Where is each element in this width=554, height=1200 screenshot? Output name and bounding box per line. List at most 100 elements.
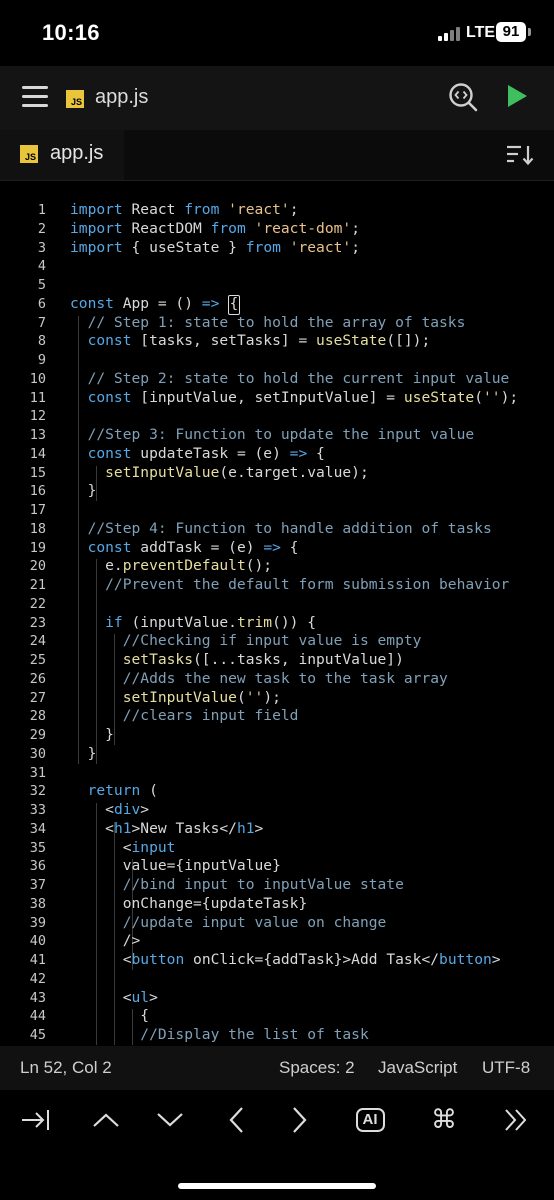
down-arrow-icon[interactable] (150, 1102, 190, 1138)
code-line[interactable]: //update input value on change (70, 913, 387, 931)
cursor-position[interactable]: Ln 52, Col 2 (20, 1058, 112, 1078)
js-file-icon: JS (20, 145, 38, 163)
code-line[interactable]: //Step 4: Function to handle addition of… (70, 520, 492, 537)
code-line[interactable]: //Adds the new task to the task array (70, 670, 448, 687)
code-line[interactable]: import ReactDOM from 'react-dom'; (70, 220, 360, 237)
code-line[interactable]: <input (70, 838, 176, 856)
code-line[interactable]: } (70, 745, 97, 762)
code-line[interactable]: //clears input field (70, 707, 299, 724)
up-arrow-icon[interactable] (86, 1102, 126, 1138)
indent-setting[interactable]: Spaces: 2 (279, 1058, 355, 1078)
code-line[interactable]: //Step 3: Function to update the input v… (70, 426, 475, 443)
code-token: // Step 2: state to hold the current inp… (70, 369, 510, 387)
code-token: ( (149, 782, 158, 800)
sort-icon[interactable] (506, 144, 534, 166)
code-line[interactable]: //Prevent the default form submission be… (70, 576, 509, 593)
code-line[interactable]: import { useState } from 'react'; (70, 239, 360, 256)
code-line[interactable]: return ( (70, 782, 158, 799)
code-token: '' (482, 388, 501, 406)
code-line[interactable]: setInputValue(e.target.value); (70, 464, 369, 481)
line-number: 33 (29, 802, 46, 818)
code-line[interactable]: import React from 'react'; (70, 201, 298, 218)
code-line[interactable]: <ul> (70, 989, 158, 1006)
run-icon[interactable] (506, 84, 528, 108)
tab-label[interactable]: app.js (50, 142, 103, 165)
language-mode[interactable]: JavaScript (378, 1058, 457, 1078)
code-token: ReactDOM (131, 219, 211, 237)
code-line[interactable]: setInputValue(''); (70, 689, 281, 706)
command-key-icon[interactable]: ⌘ (424, 1102, 464, 1138)
right-arrow-icon[interactable] (280, 1102, 320, 1138)
code-token: '' (245, 688, 264, 706)
code-line[interactable]: setTasks([...tasks, inputValue]) (70, 651, 404, 668)
line-number: 3 (37, 239, 46, 256)
line-number: 12 (29, 408, 46, 425)
code-line[interactable]: /> (70, 932, 141, 949)
code-line[interactable]: const [tasks, setTasks] = useState([]); (70, 332, 431, 350)
code-token: < (70, 838, 132, 856)
line-number: 28 (29, 708, 46, 725)
line-number: 39 (29, 914, 46, 931)
code-line[interactable]: const App = () => (70, 295, 228, 312)
code-line[interactable]: // Step 2: state to hold the current inp… (70, 369, 510, 387)
ai-button[interactable]: AI (350, 1102, 390, 1138)
code-token: ); (263, 688, 281, 706)
code-token: onClick={addTask}>Add Task</ (193, 951, 440, 968)
code-token: //Display the list of task (70, 1026, 369, 1043)
code-token: const (70, 332, 141, 350)
code-line[interactable]: //bind input to inputValue state (70, 876, 404, 893)
encoding[interactable]: UTF-8 (482, 1058, 530, 1078)
code-token: > (491, 951, 501, 968)
code-token: ; (351, 219, 360, 237)
line-number: 35 (29, 839, 46, 856)
code-token: const (70, 388, 141, 406)
code-line[interactable]: <button onClick={addTask}>Add Task</butt… (70, 951, 501, 968)
tab-key-icon[interactable] (16, 1102, 56, 1138)
code-token: const (70, 538, 141, 556)
code-line[interactable]: <div> (70, 801, 149, 818)
line-number: 36 (29, 858, 46, 875)
code-editor[interactable]: 1 import React from 'react'; 2 import React… (0, 181, 554, 1045)
search-code-icon[interactable] (448, 82, 478, 112)
line-number: 19 (29, 539, 46, 556)
line-number: 32 (29, 783, 46, 800)
code-token: //update input value on change (70, 913, 387, 931)
code-token: ([...tasks, inputValue]) (193, 651, 404, 668)
code-token: button (131, 951, 194, 968)
code-token: (); (245, 557, 273, 575)
code-line[interactable]: } (70, 482, 97, 499)
code-token: => (289, 444, 317, 462)
code-line[interactable]: { (70, 1007, 149, 1024)
file-title[interactable]: app.js (95, 86, 148, 109)
code-line[interactable]: const addTask = (e) => { (70, 538, 299, 556)
line-number: 10 (29, 370, 46, 387)
code-token: (inputValue. (131, 613, 237, 631)
code-line[interactable]: } (70, 726, 114, 743)
menu-icon[interactable] (22, 86, 48, 108)
network-label: LTE (466, 24, 496, 41)
code-line[interactable]: //Checking if input value is empty (70, 632, 422, 650)
code-line[interactable]: const updateTask = (e) => { (70, 445, 325, 462)
home-indicator (178, 1183, 376, 1189)
code-line[interactable]: // Step 1: state to hold the array of ta… (70, 314, 466, 331)
line-number: 8 (37, 333, 46, 350)
line-number: 6 (37, 295, 46, 312)
code-line[interactable]: e.preventDefault(); (70, 557, 272, 574)
line-number: 37 (29, 877, 46, 893)
code-token: >New Tasks</ (131, 819, 237, 837)
code-line[interactable]: onChange={updateTask} (70, 895, 308, 912)
left-arrow-icon[interactable] (216, 1102, 256, 1138)
code-line[interactable]: if (inputValue.trim()) { (70, 614, 316, 631)
code-line[interactable]: const [inputValue, setInputValue] = useS… (70, 388, 519, 406)
code-token: updateTask = (e) (140, 444, 290, 462)
code-token: import (70, 219, 132, 237)
line-number: 14 (29, 445, 46, 462)
code-token: button (439, 951, 492, 968)
code-line[interactable]: //Display the list of task (70, 1026, 369, 1043)
code-line[interactable]: value={inputValue} (70, 857, 281, 874)
code-token: ( (236, 688, 246, 706)
code-line[interactable]: <h1>New Tasks</h1> (70, 820, 263, 837)
fast-forward-icon[interactable] (496, 1102, 536, 1138)
code-token: //Checking if input value is empty (70, 632, 422, 650)
code-token: => (201, 294, 229, 312)
